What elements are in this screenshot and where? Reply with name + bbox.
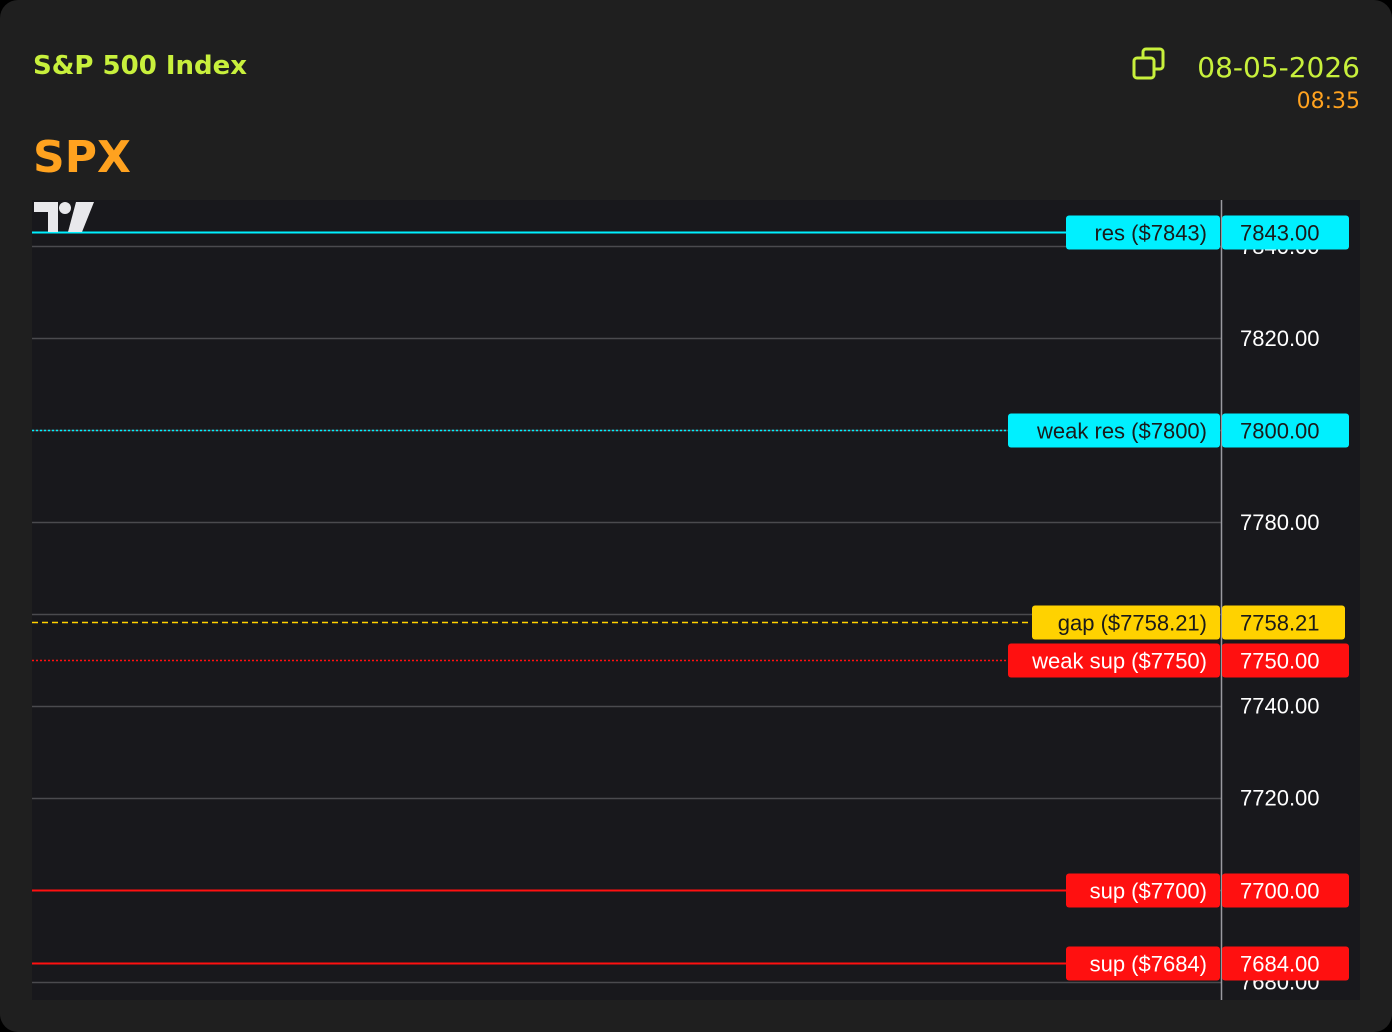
axis-price-label: 7684.00: [1240, 952, 1320, 977]
level-label: sup ($7700): [1090, 879, 1207, 904]
date-label: 08-05-2026: [1197, 51, 1360, 84]
price-chart[interactable]: 7840.007820.007800.007780.007760.007740.…: [32, 200, 1360, 1000]
chart-canvas[interactable]: 7840.007820.007800.007780.007760.007740.…: [32, 200, 1360, 1000]
level-label: gap ($7758.21): [1058, 611, 1207, 636]
chart-card: S&P 500 Index SPX 08-05-2026 08:35 7840.…: [0, 0, 1392, 1032]
level-label: res ($7843): [1094, 221, 1207, 246]
level-label: sup ($7684): [1090, 952, 1207, 977]
copy-icon: [1132, 47, 1165, 80]
y-tick-label: 7720.00: [1240, 786, 1320, 811]
index-title: S&P 500 Index: [33, 51, 248, 81]
axis-price-label: 7843.00: [1240, 221, 1320, 246]
axis-price-label: 7750.00: [1240, 649, 1320, 674]
tradingview-logo: [34, 202, 94, 232]
axis-price-label: 7700.00: [1240, 879, 1320, 904]
y-tick-label: 7780.00: [1240, 510, 1320, 535]
y-tick-label: 7820.00: [1240, 326, 1320, 351]
copy-button[interactable]: [1130, 46, 1168, 84]
axis-price-label: 7800.00: [1240, 419, 1320, 444]
time-label: 08:35: [1296, 89, 1360, 114]
axis-price-label: 7758.21: [1240, 611, 1320, 636]
level-label: weak res ($7800): [1036, 419, 1207, 444]
level-label: weak sup ($7750): [1031, 649, 1207, 674]
y-tick-label: 7740.00: [1240, 694, 1320, 719]
ticker-symbol: SPX: [33, 132, 131, 183]
